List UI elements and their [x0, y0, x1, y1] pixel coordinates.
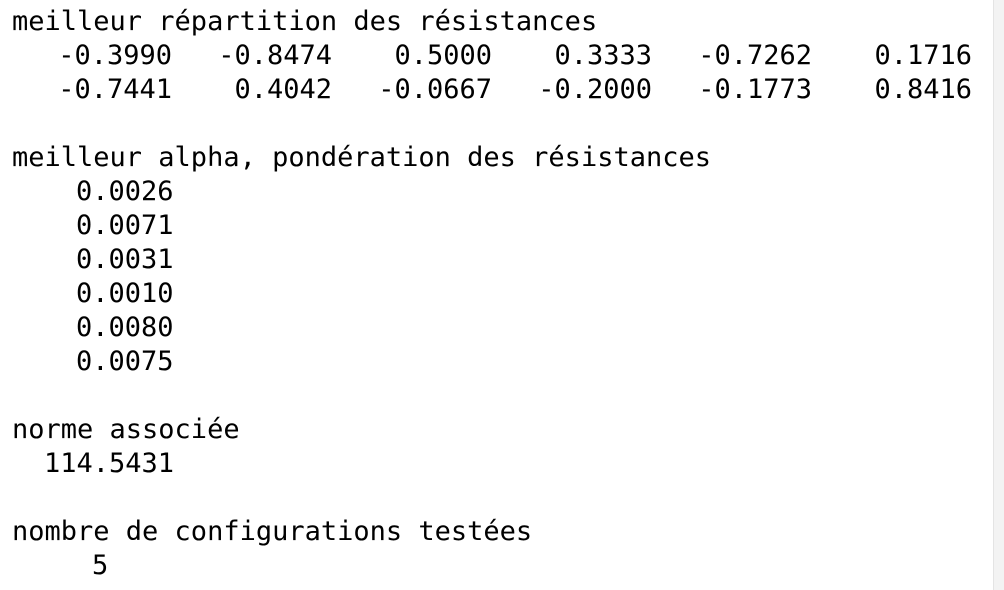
count-value: 5: [92, 550, 109, 581]
alpha-heading: meilleur alpha, pondération des résistan…: [12, 142, 711, 173]
matrix-cell: -0.8474: [218, 40, 332, 71]
matrix-cell: -0.0667: [378, 74, 492, 105]
resistances-heading: meilleur répartition des résistances: [12, 6, 598, 37]
alpha-value: 0.0071: [76, 210, 174, 241]
alpha-value: 0.0026: [76, 176, 174, 207]
matrix-cell: 0.4042: [234, 74, 332, 105]
resistances-matrix-row: -0.7441 0.4042 -0.0667 -0.2000 -0.1773 0…: [12, 73, 1004, 107]
matrix-cell: 0.8416: [874, 74, 972, 105]
matrix-cell: -0.1773: [698, 74, 812, 105]
alpha-value: 0.0075: [76, 346, 174, 377]
matrix-cell: -0.7441: [58, 74, 172, 105]
alpha-value: 0.0080: [76, 312, 174, 343]
matrix-cell: 0.3333: [554, 40, 652, 71]
alpha-value: 0.0031: [76, 244, 174, 275]
scrollbar[interactable]: [993, 0, 1004, 590]
console-output: meilleur répartition des résistances -0.…: [0, 0, 1004, 590]
matrix-cell: -0.3990: [58, 40, 172, 71]
matrix-cell: 0.5000: [394, 40, 492, 71]
count-heading: nombre de configurations testées: [12, 516, 533, 547]
alpha-value: 0.0010: [76, 278, 174, 309]
matrix-cell: -0.7262: [698, 40, 812, 71]
resistances-matrix-row: -0.3990 -0.8474 0.5000 0.3333 -0.7262 0.…: [12, 39, 1004, 73]
norm-heading: norme associée: [12, 414, 240, 445]
matrix-cell: -0.2000: [538, 74, 652, 105]
matrix-cell: 0.1716: [874, 40, 972, 71]
norm-value: 114.5431: [44, 448, 175, 479]
